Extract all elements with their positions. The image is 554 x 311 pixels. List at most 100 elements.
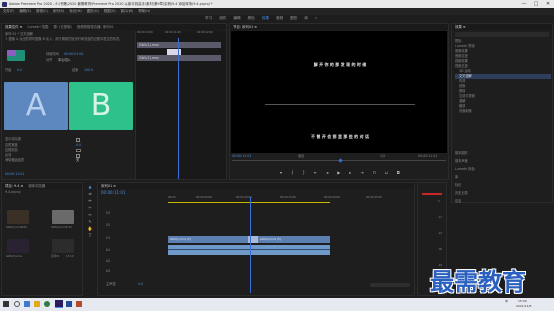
- workspace-editing[interactable]: 编辑: [233, 15, 240, 22]
- end-value[interactable]: 100.0: [84, 68, 93, 73]
- workspace-color[interactable]: 颜色: [248, 15, 255, 22]
- border-color-swatch[interactable]: [76, 149, 81, 152]
- project-thumb-1[interactable]: [7, 210, 29, 224]
- selection-tool-icon[interactable]: ▲: [88, 184, 91, 189]
- step-back-icon[interactable]: ⇤: [314, 170, 317, 176]
- step-forward-frame-icon[interactable]: ▸: [349, 170, 351, 176]
- track-v1-label[interactable]: V1: [106, 236, 110, 241]
- antialias-dropdown[interactable]: 关: [76, 158, 79, 163]
- tab-effects[interactable]: 效果 ≡: [455, 24, 466, 30]
- master-value[interactable]: 0.0: [138, 282, 143, 287]
- powerpoint-icon[interactable]: [76, 301, 82, 307]
- go-to-in-icon[interactable]: }: [302, 170, 305, 176]
- clock-date[interactable]: 2021/11/8: [516, 304, 531, 308]
- workspace-assembly[interactable]: 组件: [219, 15, 226, 22]
- tab-program[interactable]: 节目: 序列01 ≡: [233, 24, 257, 30]
- section-libraries[interactable]: 库: [452, 173, 552, 181]
- file-explorer-icon[interactable]: [34, 301, 40, 307]
- extract-icon[interactable]: ⊔: [385, 170, 388, 176]
- mark-out-icon[interactable]: {: [291, 170, 294, 176]
- menu-sequence[interactable]: 序列(S): [53, 8, 65, 15]
- section-history[interactable]: 历史记录: [452, 189, 552, 197]
- clip-v1-a[interactable]: GWL(1).mov [V]: [168, 236, 248, 243]
- start-icon[interactable]: [3, 301, 9, 307]
- ripple-edit-icon[interactable]: ⇹: [88, 198, 91, 203]
- menu-marker[interactable]: 标记(M): [69, 8, 81, 15]
- timeline-timecode[interactable]: 00:00:11:01: [101, 190, 125, 195]
- program-playhead[interactable]: [338, 158, 343, 163]
- play-icon[interactable]: ▶: [337, 170, 340, 176]
- ec-playhead[interactable]: [178, 38, 179, 179]
- track-select-icon[interactable]: ⇉: [88, 191, 91, 196]
- word-icon[interactable]: [66, 301, 72, 307]
- mark-in-icon[interactable]: ▾: [280, 170, 282, 176]
- type-tool-icon[interactable]: T: [89, 233, 91, 238]
- hand-tool-icon[interactable]: ✋: [88, 226, 93, 231]
- duration-value[interactable]: 00:00:01:00: [64, 52, 83, 57]
- project-thumb-3[interactable]: [7, 239, 29, 253]
- program-timecode[interactable]: 00:00:11:01: [232, 154, 251, 159]
- section-markers[interactable]: 标记: [452, 181, 552, 189]
- go-to-out-icon[interactable]: ⇥: [360, 170, 363, 176]
- work-area-bar[interactable]: [168, 202, 330, 203]
- show-actual-sources-checkbox[interactable]: [76, 138, 80, 142]
- minimize-button[interactable]: —: [518, 0, 530, 8]
- border-width-value[interactable]: 0.0: [76, 143, 81, 148]
- menu-file[interactable]: 文件(F): [3, 8, 14, 15]
- timeline-scrollbar[interactable]: [370, 283, 410, 287]
- track-a1-label[interactable]: A1: [106, 248, 110, 253]
- browser-icon[interactable]: [44, 301, 50, 307]
- track-a2-label[interactable]: A2: [106, 259, 110, 264]
- menu-clip[interactable]: 剪辑(C): [36, 8, 48, 15]
- workspace-graphics[interactable]: 图形: [290, 15, 297, 22]
- tab-sequence[interactable]: 序列01 ≡: [101, 183, 116, 189]
- fit-dropdown[interactable]: 适合: [298, 154, 304, 159]
- clip-v1-b[interactable]: GWL(2).mov [V]: [258, 236, 330, 243]
- maximize-button[interactable]: □: [530, 0, 542, 8]
- effects-search-input[interactable]: [455, 32, 549, 37]
- workspace-more[interactable]: »: [315, 15, 317, 22]
- menu-window[interactable]: 窗口(W): [121, 8, 134, 15]
- section-info[interactable]: 信息: [452, 197, 552, 205]
- ime-indicator[interactable]: 中: [505, 299, 508, 303]
- effect-controls-timecode[interactable]: 00:00:11:01: [5, 172, 24, 177]
- resolution-dropdown[interactable]: 1/2: [380, 154, 385, 159]
- tab-lumetri-scopes[interactable]: Lumetri 范围: [27, 24, 48, 30]
- slip-tool-icon[interactable]: ↔: [88, 212, 91, 217]
- effects-item-page-peel[interactable]: 页面剥落: [455, 109, 551, 114]
- tab-media-browser[interactable]: 媒体浏览器: [28, 183, 45, 189]
- workspace-effects[interactable]: 效果: [262, 15, 269, 22]
- track-v2-label[interactable]: V2: [106, 223, 110, 228]
- section-essential-graphics[interactable]: 基本图形: [452, 149, 552, 157]
- tab-project[interactable]: 项目: 9.4 ≡: [5, 183, 23, 189]
- workspace-libraries[interactable]: 库: [304, 15, 308, 22]
- project-thumb-4[interactable]: [52, 239, 74, 253]
- tab-effect-controls[interactable]: 效果控件 ≡: [5, 24, 22, 30]
- track-v3-label[interactable]: V3: [106, 211, 110, 216]
- menu-graphics[interactable]: 图形(G): [87, 8, 99, 15]
- tab-source[interactable]: 源: (无剪辑): [53, 24, 71, 30]
- track-a3-label[interactable]: A3: [106, 269, 110, 274]
- ec-clip-b[interactable]: GWL(2).mov: [137, 55, 221, 61]
- menu-view[interactable]: 视图(V): [104, 8, 116, 15]
- align-dropdown[interactable]: 中心切入: [58, 58, 71, 63]
- start-value[interactable]: 0.0: [17, 68, 22, 73]
- task-view-icon[interactable]: [24, 301, 30, 307]
- close-button[interactable]: ✕: [542, 0, 554, 8]
- section-essential-sound[interactable]: 基本声音: [452, 157, 552, 165]
- menu-help[interactable]: 帮助(H): [138, 8, 150, 15]
- menu-edit[interactable]: 编辑(E): [19, 8, 31, 15]
- clip-a1-audio[interactable]: [168, 245, 330, 255]
- clock-time[interactable]: 15:00: [518, 299, 527, 303]
- pen-tool-icon[interactable]: ✎: [88, 219, 91, 224]
- premiere-taskbar-icon[interactable]: [55, 300, 63, 308]
- ec-clip-a[interactable]: GWL(1).mov: [137, 42, 221, 48]
- project-thumb-2[interactable]: [52, 210, 74, 224]
- workspace-learn[interactable]: 学习: [205, 15, 212, 22]
- section-lumetri-color[interactable]: Lumetri 颜色: [452, 165, 552, 173]
- tab-audio-mixer[interactable]: 音频剪辑混合器: 序列01: [77, 24, 114, 30]
- export-frame-icon[interactable]: ◘: [397, 170, 400, 176]
- timeline-playhead[interactable]: [250, 197, 251, 293]
- search-icon[interactable]: [14, 301, 20, 307]
- step-back-frame-icon[interactable]: ◂: [326, 170, 328, 176]
